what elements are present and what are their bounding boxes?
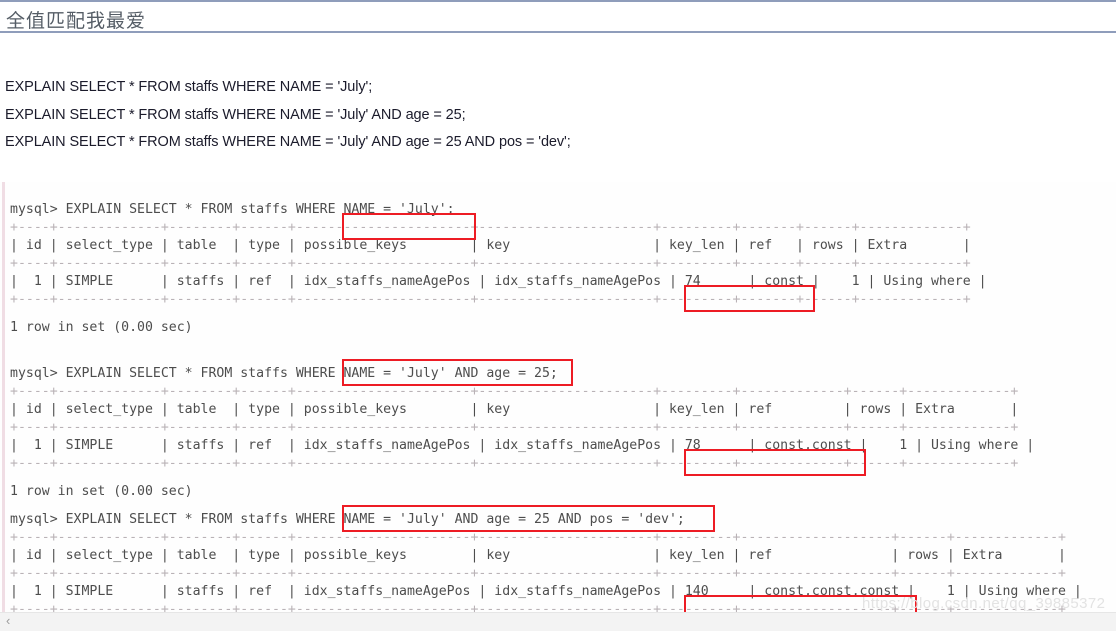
- terminal-left-edge: [2, 182, 5, 612]
- sql-statement-line: EXPLAIN SELECT * FROM staffs WHERE NAME …: [5, 106, 466, 123]
- terminal-prompt-line: mysql> EXPLAIN SELECT * FROM staffs WHER…: [10, 512, 685, 527]
- sql-statement-line: EXPLAIN SELECT * FROM staffs WHERE NAME …: [5, 134, 571, 150]
- mysql-terminal-screenshot: mysql> EXPLAIN SELECT * FROM staffs WHER…: [0, 182, 1116, 612]
- terminal-rule: +----+-------------+--------+------+----…: [10, 530, 1066, 545]
- terminal-header-row: | id | select_type | table | type | poss…: [10, 238, 971, 253]
- terminal-result-footer: 1 row in set (0.00 sec): [10, 320, 193, 335]
- page-title-bar: 全值匹配我最爱: [0, 0, 1116, 33]
- scroll-left-arrow-icon[interactable]: ‹: [6, 613, 10, 629]
- terminal-result-footer: 1 row in set (0.00 sec): [10, 484, 193, 499]
- bottom-scroll-strip[interactable]: [0, 612, 1116, 631]
- terminal-rule: +----+-------------+--------+------+----…: [10, 420, 1019, 435]
- terminal-header-row: | id | select_type | table | type | poss…: [10, 402, 1019, 417]
- terminal-data-row: | 1 | SIMPLE | staffs | ref | idx_staffs…: [10, 438, 1035, 453]
- terminal-prompt-line: mysql> EXPLAIN SELECT * FROM staffs WHER…: [10, 366, 558, 381]
- terminal-data-row: | 1 | SIMPLE | staffs | ref | idx_staffs…: [10, 274, 987, 289]
- terminal-prompt-line: mysql> EXPLAIN SELECT * FROM staffs WHER…: [10, 202, 455, 217]
- terminal-rule: +----+-------------+--------+------+----…: [10, 566, 1066, 581]
- terminal-rule: +----+-------------+--------+------+----…: [10, 384, 1019, 399]
- terminal-rule: +----+-------------+--------+------+----…: [10, 456, 1019, 471]
- terminal-header-row: | id | select_type | table | type | poss…: [10, 548, 1066, 563]
- page-title: 全值匹配我最爱: [6, 11, 147, 32]
- terminal-rule: +----+-------------+--------+------+----…: [10, 292, 971, 307]
- sql-statement-list: EXPLAIN SELECT * FROM staffs WHERE NAME …: [5, 74, 1005, 157]
- terminal-rule: +----+-------------+--------+------+----…: [10, 256, 971, 271]
- sql-statement-line: EXPLAIN SELECT * FROM staffs WHERE NAME …: [5, 79, 373, 95]
- terminal-rule: +----+-------------+--------+------+----…: [10, 220, 971, 235]
- csdn-watermark: https://blog.csdn.net/qq_39885372: [862, 595, 1106, 612]
